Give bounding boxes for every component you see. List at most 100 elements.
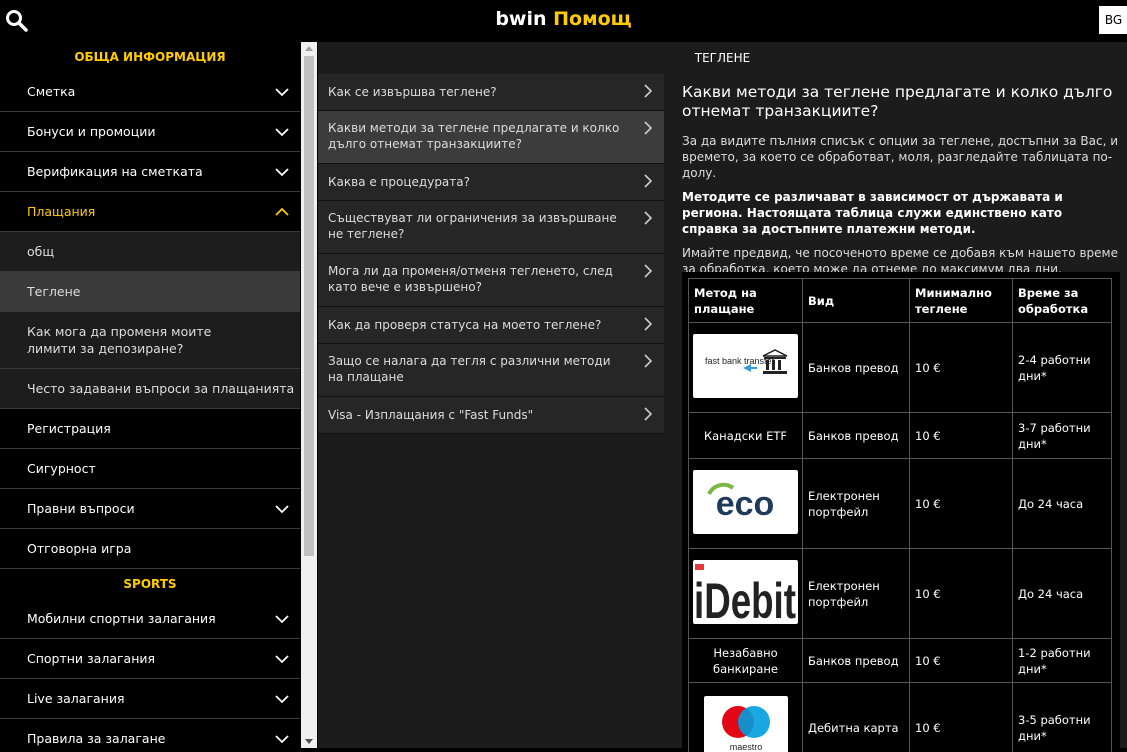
sidebar-item-live-betting[interactable]: Live залагания: [0, 679, 300, 719]
sidebar-subitem-withdrawal[interactable]: Теглене: [0, 272, 300, 312]
sidebar-item-label: Отговорна игра: [27, 541, 131, 556]
scroll-up-icon[interactable]: [305, 46, 313, 51]
chevron-down-icon: [274, 651, 290, 667]
method-cell: maestro: [689, 683, 803, 752]
chevron-down-icon: [274, 84, 290, 100]
chevron-down-icon: [274, 124, 290, 140]
sidebar-item-betting-rules[interactable]: Правила за залагане: [0, 719, 300, 748]
sidebar-item-bonuses[interactable]: Бонуси и промоции: [0, 112, 300, 152]
time-cell: 1-2 работни дни*: [1013, 639, 1112, 683]
sidebar-item-security[interactable]: Сигурност: [0, 449, 300, 489]
sidebar-item-verification[interactable]: Верификация на сметката: [0, 152, 300, 192]
chevron-right-icon: [642, 317, 654, 331]
sidebar-subitem-deposit-limits[interactable]: Как мога да променя моите лимити за депо…: [0, 312, 300, 369]
method-cell: eco: [689, 459, 803, 549]
language-button[interactable]: BG: [1099, 6, 1127, 34]
scroll-thumb[interactable]: [304, 56, 314, 556]
sidebar-item-legal[interactable]: Правни въпроси: [0, 489, 300, 529]
answer-paragraph: За да видите пълния списък с опции за те…: [682, 133, 1122, 181]
question-item[interactable]: Как се извършва теглене?: [318, 74, 664, 111]
idebit-logo: iDebit: [693, 560, 798, 624]
type-cell: Банков превод: [803, 413, 910, 459]
min-cell: 10 €: [910, 549, 1013, 639]
question-item-selected[interactable]: Какви методи за теглене предлагате и кол…: [318, 111, 664, 164]
min-cell: 10 €: [910, 459, 1013, 549]
scroll-down-icon[interactable]: [305, 739, 313, 744]
sidebar-item-mobile-sports[interactable]: Мобилни спортни залагания: [0, 599, 300, 639]
chevron-up-icon: [274, 204, 290, 220]
chevron-down-icon: [274, 731, 290, 747]
answer-panel: Какви методи за теглене предлагате и кол…: [682, 83, 1122, 285]
type-cell: Електронен портфейл: [803, 459, 910, 549]
method-cell: iDebit: [689, 549, 803, 639]
min-cell: 10 €: [910, 413, 1013, 459]
sidebar-item-registration[interactable]: Регистрация: [0, 409, 300, 449]
sidebar-item-label: Бонуси и промоции: [27, 124, 155, 139]
question-label: Visa - Изплащания с "Fast Funds": [328, 408, 533, 422]
chevron-down-icon: [274, 611, 290, 627]
question-item[interactable]: Мога ли да променя/отменя тегленето, сле…: [318, 254, 664, 307]
question-item[interactable]: Съществуват ли ограничения за извършване…: [318, 201, 664, 254]
type-cell: Банков превод: [803, 323, 910, 413]
sidebar-item-label: Сигурност: [27, 461, 96, 476]
type-cell: Банков превод: [803, 639, 910, 683]
question-item[interactable]: Visa - Изплащания с "Fast Funds": [318, 397, 664, 434]
brand-logo[interactable]: bwin Помощ: [0, 8, 1127, 30]
sidebar-item-label: Теглене: [27, 284, 80, 299]
sidebar-item-label: Правила за залагане: [27, 731, 165, 746]
min-cell: 10 €: [910, 639, 1013, 683]
sidebar-subitem-general[interactable]: общ: [0, 232, 300, 272]
question-label: Каква е процедурата?: [328, 175, 470, 189]
chevron-right-icon: [642, 174, 654, 188]
sidebar-scrollbar[interactable]: [301, 42, 317, 748]
table-row: fast bank transfer Банков превод: [689, 323, 1112, 413]
question-item[interactable]: Как да проверя статуса на моето теглене?: [318, 307, 664, 344]
column-header: Минимално теглене: [910, 279, 1013, 323]
chevron-right-icon: [642, 354, 654, 368]
chevron-right-icon: [642, 407, 654, 421]
sidebar-item-label: общ: [27, 244, 54, 259]
type-cell: Дебитна карта: [803, 683, 910, 752]
time-cell: 3-5 работни дни*: [1013, 683, 1112, 752]
sidebar-item-sports-betting[interactable]: Спортни залагания: [0, 639, 300, 679]
column-header: Метод на плащане: [689, 279, 803, 323]
chevron-down-icon: [274, 164, 290, 180]
withdrawal-methods-table: Метод на плащане Вид Минимално теглене В…: [688, 278, 1112, 752]
main-content: ТЕГЛЕНЕ Как се извършва теглене? Какви м…: [318, 42, 1127, 748]
sidebar-item-payments[interactable]: Плащания: [0, 192, 300, 232]
sidebar-item-label: Често задавани въпроси за плащанията: [27, 381, 294, 396]
question-label: Какви методи за теглене предлагате и кол…: [328, 121, 619, 151]
sidebar-section-sports: SPORTS: [0, 569, 300, 599]
sidebar-section-general: ОБЩА ИНФОРМАЦИЯ: [0, 42, 300, 72]
table-row: iDebit Електронен портфейл 10 € До 24 ча…: [689, 549, 1112, 639]
chevron-down-icon: [274, 691, 290, 707]
question-label: Защо се налага да тегля с различни метод…: [328, 354, 611, 384]
method-name: Канадски ETF: [704, 429, 787, 443]
time-cell: До 24 часа: [1013, 549, 1112, 639]
question-item[interactable]: Защо се налага да тегля с различни метод…: [318, 344, 664, 397]
question-list: Как се извършва теглене? Какви методи за…: [318, 74, 664, 434]
logo-text: eco: [716, 485, 775, 523]
table-row: Канадски ETF Банков превод 10 € 3-7 рабо…: [689, 413, 1112, 459]
time-cell: 3-7 работни дни*: [1013, 413, 1112, 459]
question-item[interactable]: Каква е процедурата?: [318, 164, 664, 201]
top-bar: bwin Помощ BG: [0, 0, 1127, 42]
chevron-right-icon: [642, 84, 654, 98]
sidebar-item-label: Правни въпроси: [27, 501, 135, 516]
logo-text: maestro: [729, 742, 762, 752]
answer-heading: Какви методи за теглене предлагате и кол…: [682, 83, 1122, 121]
question-label: Как се извършва теглене?: [328, 85, 497, 99]
eco-logo: eco: [693, 470, 798, 534]
sidebar-item-account[interactable]: Сметка: [0, 72, 300, 112]
sidebar-item-label: Мобилни спортни залагания: [27, 611, 216, 626]
chevron-right-icon: [642, 121, 654, 135]
time-cell: 2-4 работни дни*: [1013, 323, 1112, 413]
sidebar-item-responsible-gaming[interactable]: Отговорна игра: [0, 529, 300, 569]
question-label: Мога ли да променя/отменя тегленето, сле…: [328, 264, 613, 294]
sidebar-subitem-payments-faq[interactable]: Често задавани въпроси за плащанията: [0, 369, 300, 409]
sidebar-item-label: Плащания: [27, 204, 95, 219]
sidebar-item-label: Спортни залагания: [27, 651, 155, 666]
sidebar-item-label: Верификация на сметката: [27, 164, 203, 179]
method-cell: Канадски ETF: [689, 413, 803, 459]
table-row: maestro Дебитна карта 10 € 3-5 работни д…: [689, 683, 1112, 752]
